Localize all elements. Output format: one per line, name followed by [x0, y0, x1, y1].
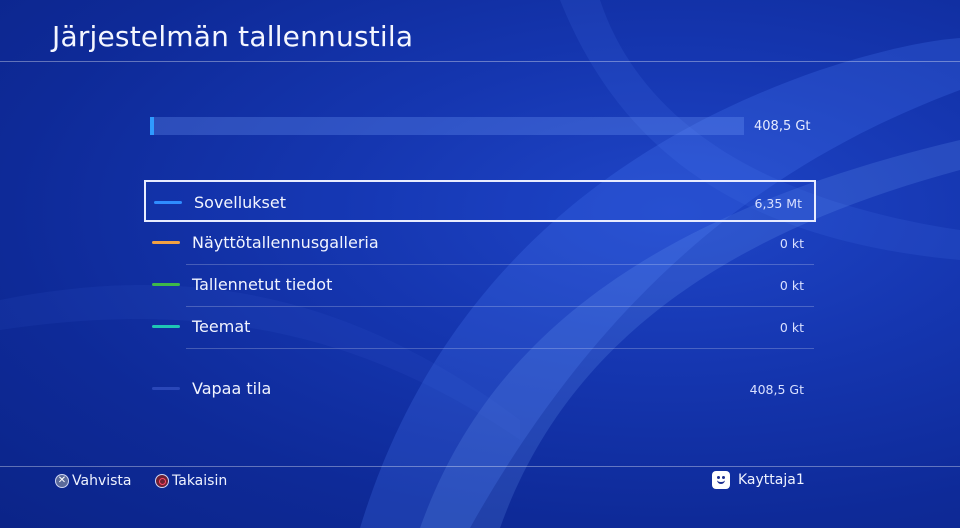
back-hint[interactable]: Takaisin	[155, 472, 227, 490]
color-swatch	[152, 325, 180, 328]
color-swatch	[152, 283, 180, 286]
category-label: Sovellukset	[194, 193, 287, 212]
color-swatch	[152, 241, 180, 244]
user-name: Kayttaja1	[738, 472, 805, 488]
page-title: Järjestelmän tallennustila	[52, 20, 414, 53]
storage-usage-fill	[150, 117, 154, 135]
circle-button-icon	[155, 474, 169, 488]
color-swatch	[152, 387, 180, 390]
header-divider	[0, 61, 960, 62]
row-divider	[186, 348, 814, 349]
category-label: Näyttötallennusgalleria	[192, 233, 379, 252]
storage-total-label: 408,5 Gt	[754, 119, 811, 134]
category-row-tallennetut-tiedot[interactable]: Tallennetut tiedot 0 kt	[144, 264, 816, 306]
category-size: 6,35 Mt	[754, 196, 803, 211]
storage-usage-bar	[150, 117, 744, 135]
category-size: 408,5 Gt	[749, 382, 804, 397]
color-swatch	[154, 201, 182, 204]
category-row-vapaa-tila: Vapaa tila 408,5 Gt	[144, 368, 816, 410]
category-row-nayttotallennusgalleria[interactable]: Näyttötallennusgalleria 0 kt	[144, 222, 816, 264]
category-size: 0 kt	[779, 320, 804, 335]
category-label: Vapaa tila	[192, 379, 272, 398]
category-size: 0 kt	[779, 278, 804, 293]
user-profile[interactable]: Kayttaja1	[712, 471, 805, 489]
category-row-sovellukset[interactable]: Sovellukset 6,35 Mt	[144, 180, 816, 222]
confirm-label: Vahvista	[72, 473, 132, 489]
category-size: 0 kt	[779, 236, 804, 251]
cross-button-icon: ✕	[55, 474, 69, 488]
back-label: Takaisin	[172, 473, 228, 489]
confirm-hint[interactable]: ✕ Vahvista	[55, 472, 131, 490]
smiley-avatar-icon	[712, 471, 730, 489]
category-label: Teemat	[192, 317, 251, 336]
footer-divider	[0, 466, 960, 467]
category-row-teemat[interactable]: Teemat 0 kt	[144, 306, 816, 348]
category-label: Tallennetut tiedot	[192, 275, 333, 294]
